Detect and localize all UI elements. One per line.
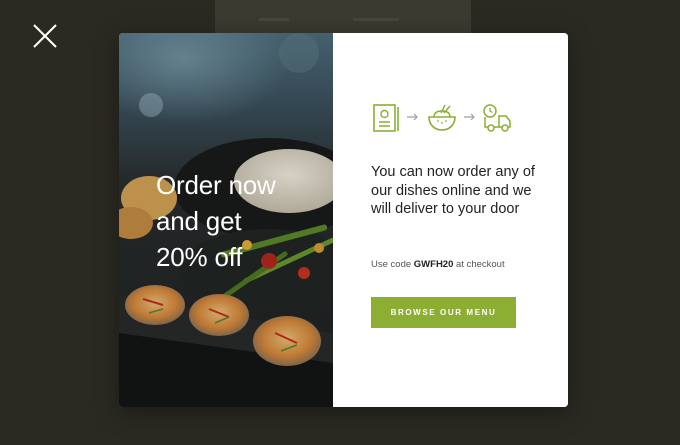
promo-headline-line: and get: [156, 206, 242, 236]
background-page: [215, 0, 471, 36]
background-nav-bar: [353, 18, 399, 21]
promo-code-suffix: at checkout: [456, 259, 505, 270]
promo-info-panel: You can now order any of our dishes onli…: [333, 33, 568, 407]
arrow-right-icon: [407, 113, 418, 121]
promo-code-prefix: Use code: [371, 259, 412, 270]
food-photo: Order now and get 20% off: [119, 33, 333, 407]
promo-headline-line: Order now: [156, 170, 276, 200]
close-icon[interactable]: [30, 21, 60, 51]
arrow-right-icon: [464, 113, 475, 121]
order-steps: [371, 103, 521, 137]
menu-card-icon: [373, 104, 399, 132]
promo-headline-line: 20% off: [156, 242, 243, 272]
promo-headline: Order now and get 20% off: [156, 167, 326, 275]
food-bowl-icon: [428, 104, 456, 131]
background-nav-bar: [259, 18, 289, 21]
promo-modal: Order now and get 20% off You can now or…: [119, 33, 568, 407]
delivery-truck-icon: [483, 104, 511, 132]
browse-menu-button[interactable]: BROWSE OUR MENU: [371, 297, 516, 328]
promo-description: You can now order any of our dishes onli…: [371, 164, 535, 217]
promo-code-value: GWFH20: [413, 259, 454, 270]
promo-code-line: Use code GWFH20 at checkout: [371, 259, 561, 271]
